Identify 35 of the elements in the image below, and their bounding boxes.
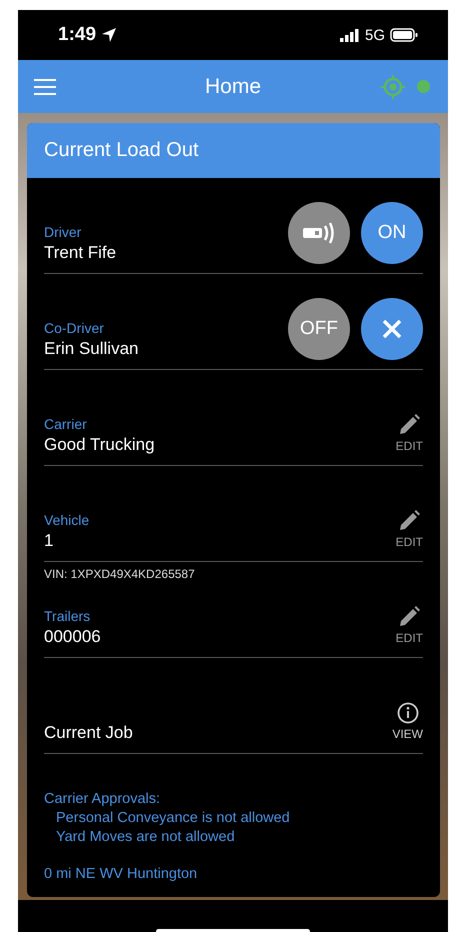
- card-title: Current Load Out: [27, 123, 440, 178]
- navigation-arrow-icon: [101, 27, 118, 43]
- edit-button[interactable]: EDIT: [396, 606, 423, 645]
- edit-button[interactable]: EDIT: [396, 510, 423, 549]
- field-label: Co-Driver: [44, 320, 104, 336]
- pencil-icon: [398, 510, 420, 532]
- field-label: Driver: [44, 224, 82, 240]
- field-label: Vehicle: [44, 512, 90, 528]
- field-value: Good Trucking: [44, 435, 155, 455]
- pencil-icon: [398, 606, 420, 628]
- vin-text: VIN: 1XPXD49X4KD265587: [44, 566, 196, 583]
- field-value: 000006: [44, 627, 101, 647]
- close-icon: [382, 319, 402, 339]
- view-button[interactable]: VIEW: [392, 702, 423, 741]
- menu-icon[interactable]: [34, 78, 56, 96]
- header-title: Home: [204, 74, 262, 98]
- edit-button[interactable]: EDIT: [396, 414, 423, 453]
- pencil-icon: [398, 414, 420, 436]
- info-icon: [396, 702, 419, 724]
- field-value: Erin Sullivan: [44, 339, 138, 359]
- field-label: Carrier: [44, 416, 87, 432]
- approval-item: Personal Conveyance is not allowed: [55, 809, 291, 828]
- battery-icon: [390, 28, 418, 42]
- field-value: 1: [44, 531, 54, 551]
- card-signal-icon: [302, 222, 336, 244]
- field-value: Trent Fife: [44, 243, 116, 263]
- field-label: Trailers: [44, 608, 90, 624]
- location-text: 0 mi NE WV Huntington: [44, 865, 198, 883]
- network-type: 5G: [364, 26, 385, 44]
- signal-icon: [340, 28, 360, 42]
- status-time: 1:49: [58, 24, 96, 46]
- field-value: Current Job: [44, 723, 133, 743]
- status-dot-icon: [417, 80, 430, 93]
- approval-item: Yard Moves are not allowed: [55, 828, 236, 847]
- approvals-title: Carrier Approvals:: [44, 790, 162, 809]
